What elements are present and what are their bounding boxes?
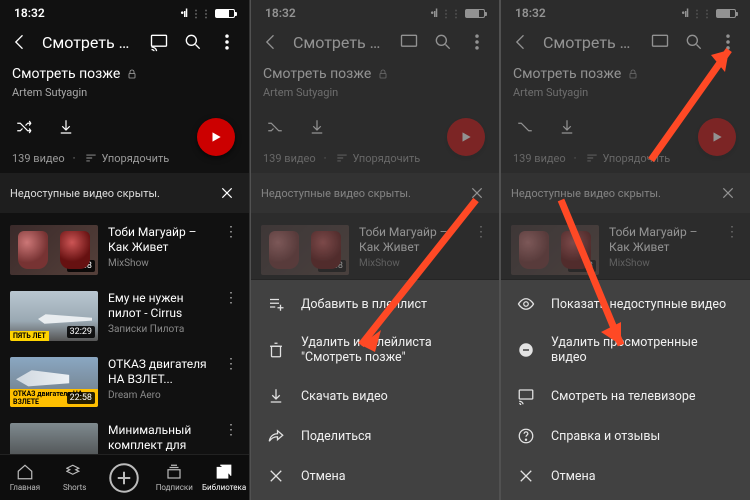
sheet-cancel[interactable]: Отмена bbox=[251, 456, 499, 496]
app-header: Смотреть позже bbox=[0, 26, 249, 60]
video-channel: MixShow bbox=[108, 258, 213, 269]
battery-icon bbox=[215, 9, 235, 18]
wifi-icon bbox=[191, 6, 211, 20]
dismiss-banner-button[interactable] bbox=[215, 181, 239, 205]
video-row[interactable]: ПЯТЬ ЛЕТ32:29 Ему не нужен пилот - Cirru… bbox=[0, 283, 249, 349]
banner-text: Недоступные видео скрыты. bbox=[10, 187, 160, 200]
screenshot-2: 18:32 Смотреть позже Смотреть позжеArtem… bbox=[250, 0, 500, 500]
tab-subscriptions[interactable]: Подписки bbox=[149, 463, 199, 492]
sheet-help[interactable]: Справка и отзывы bbox=[501, 416, 750, 456]
video-overflow-button[interactable]: ⋮ bbox=[223, 225, 239, 239]
video-overflow-button[interactable]: ⋮ bbox=[223, 357, 239, 371]
video-title: ОТКАЗ двигателя НА ВЗЛЕТ... bbox=[108, 357, 213, 387]
sheet-download[interactable]: Скачать видео bbox=[251, 376, 499, 416]
video-channel: Записки Пилота bbox=[108, 324, 213, 335]
screenshot-3: 18:32 Смотреть позже Смотреть позжеArtem… bbox=[500, 0, 750, 500]
hidden-videos-banner: Недоступные видео скрыты. bbox=[0, 173, 249, 213]
sheet-delete-watched[interactable]: Удалить просмотренные видео bbox=[501, 324, 750, 376]
cast-icon[interactable] bbox=[147, 30, 171, 54]
video-title: Ему не нужен пилот - Cirrus Vision Jet bbox=[108, 291, 213, 321]
tab-home[interactable]: Главная bbox=[0, 463, 50, 492]
playlist-header: Смотреть позже Artem Sutyagin bbox=[0, 60, 249, 107]
sheet-share[interactable]: Поделиться bbox=[251, 416, 499, 456]
video-row[interactable]: ОТКАЗ двигателя НА ВЗЛЕТЕ22:58 ОТКАЗ дви… bbox=[0, 349, 249, 415]
sheet-remove-from-playlist[interactable]: Удалить из плейлиста "Смотреть позже" bbox=[251, 324, 499, 376]
search-icon[interactable] bbox=[181, 30, 205, 54]
video-overflow-button[interactable]: ⋮ bbox=[223, 291, 239, 305]
video-thumbnail: ПЯТЬ ЛЕТ32:29 bbox=[10, 291, 98, 341]
clock: 18:32 bbox=[14, 6, 45, 20]
playlist-overflow-sheet: Показать недоступные видео Удалить просм… bbox=[501, 279, 750, 500]
video-channel: Dream Aero bbox=[108, 390, 213, 401]
shuffle-button[interactable] bbox=[12, 115, 36, 139]
screenshot-1: 18:32 Смотреть позже Смотреть позже Arte… bbox=[0, 0, 250, 500]
video-action-sheet: Добавить в плейлист Удалить из плейлиста… bbox=[251, 279, 499, 500]
play-all-button[interactable] bbox=[197, 118, 235, 156]
tab-create[interactable] bbox=[100, 463, 150, 493]
sheet-show-hidden[interactable]: Показать недоступные видео bbox=[501, 284, 750, 324]
cellular-icon bbox=[180, 6, 187, 20]
video-title: Тоби Магуайр – Как Живет Человек-Па... bbox=[108, 225, 213, 255]
video-overflow-button[interactable]: ⋮ bbox=[223, 423, 239, 437]
video-row[interactable]: 22:58 Тоби Магуайр – Как Живет Человек-П… bbox=[0, 217, 249, 283]
playlist-author: Artem Sutyagin bbox=[12, 86, 237, 99]
video-thumbnail: 22:58 bbox=[10, 225, 98, 275]
sheet-add-to-playlist[interactable]: Добавить в плейлист bbox=[251, 284, 499, 324]
tab-library[interactable]: Библиотека bbox=[199, 463, 249, 492]
tab-shorts[interactable]: Shorts bbox=[50, 463, 100, 492]
video-count: 139 видео bbox=[12, 152, 65, 165]
back-button[interactable] bbox=[8, 30, 32, 54]
video-thumbnail: ОТКАЗ двигателя НА ВЗЛЕТЕ22:58 bbox=[10, 357, 98, 407]
lock-icon bbox=[126, 68, 138, 80]
status-bar: 18:32 bbox=[0, 0, 249, 26]
sheet-watch-on-tv[interactable]: Смотреть на телевизоре bbox=[501, 376, 750, 416]
download-button[interactable] bbox=[54, 115, 78, 139]
overflow-icon[interactable] bbox=[215, 30, 239, 54]
video-title: Минимальный комплект для съем... bbox=[108, 423, 213, 453]
sort-button[interactable]: Упорядочить bbox=[84, 151, 170, 165]
video-list: 22:58 Тоби Магуайр – Как Живет Человек-П… bbox=[0, 217, 249, 481]
playlist-name: Смотреть позже bbox=[12, 66, 120, 82]
sheet-cancel[interactable]: Отмена bbox=[501, 456, 750, 496]
bottom-nav: Главная Shorts Подписки Библиотека bbox=[0, 454, 249, 500]
page-title: Смотреть позже bbox=[42, 33, 137, 52]
